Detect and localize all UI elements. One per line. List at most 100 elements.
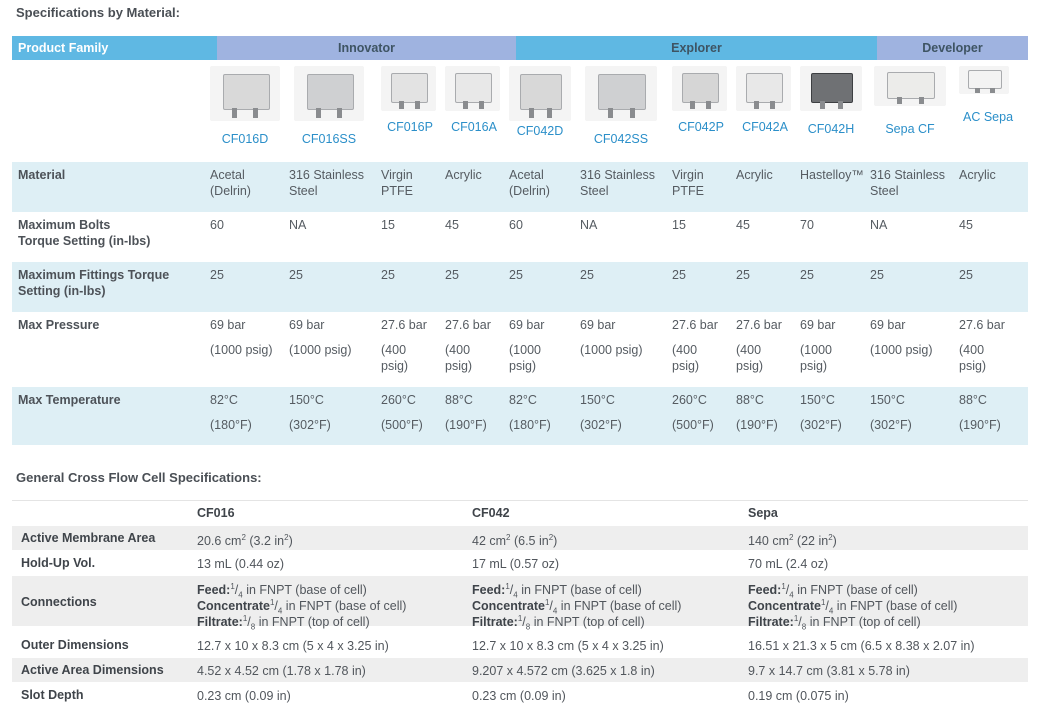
area-cf016-c: ) [288, 534, 293, 549]
bolts-cf042h: 70 [800, 218, 814, 232]
product-name-cf042h[interactable]: CF042H [800, 122, 862, 136]
pressure-cf016d-line2: (1000 psig) [210, 343, 273, 357]
product-name-cf016ss[interactable]: CF016SS [294, 132, 364, 146]
temp-cf016p-c: 260°C [381, 393, 416, 407]
pressure-cf042d-line2: (1000 [509, 343, 541, 357]
product-image-cf016ss [294, 66, 364, 121]
temp-cf042d-c: 82°C [509, 393, 537, 407]
slot-depth-row: Slot Depth 0.23 cm (0.09 in) 0.23 cm (0.… [12, 682, 1028, 708]
product-name-cf016d[interactable]: CF016D [210, 132, 280, 146]
pressure-cf016ss-line1: 69 bar [289, 318, 325, 332]
product-fitting-shape [706, 101, 711, 109]
connection-label: Filtrate: [472, 615, 518, 630]
bolts-row-label-line2: Torque Setting (in-lbs) [18, 234, 151, 248]
connection-label: Filtrate: [197, 615, 243, 630]
product-fitting-shape [820, 101, 825, 109]
pressure-cf042a-line1: 27.6 bar [736, 318, 782, 332]
material-cf016ss-line1: 316 Stainless [289, 168, 365, 182]
material-cf042p-line2: PTFE [672, 184, 704, 198]
product-name-cf042a[interactable]: CF042A [736, 120, 794, 134]
connection-text: in FNPT (top of cell) [530, 615, 645, 630]
pressure-cf016a-line3: psig) [445, 359, 473, 373]
pressure-cf016p-line1: 27.6 bar [381, 318, 427, 332]
material-cf016a-line1: Acrylic [445, 168, 482, 182]
product-image-cf042p [672, 66, 727, 111]
pressure-cf016p-line3: psig) [381, 359, 409, 373]
material-sepa-cf-line2: Steel [870, 184, 899, 198]
active-dim-cf042: 9.207 x 4.572 cm (3.625 x 1.8 in) [472, 664, 655, 678]
material-row-label: Material [18, 168, 66, 182]
product-body-shape [223, 74, 270, 110]
outer-cf042: 12.7 x 10 x 8.3 cm (5 x 4 x 3.25 in) [472, 639, 664, 653]
area-sepa-c: ) [832, 534, 837, 549]
product-name-cf016p[interactable]: CF016P [381, 120, 439, 134]
material-cf042ss-line2: Steel [580, 184, 609, 198]
material-cf016d-line1: Acetal [210, 168, 245, 182]
product-family-label: Product Family [12, 36, 217, 60]
material-sepa-cf-line1: 316 Stainless [870, 168, 946, 182]
area-cf016-a: 20.6 cm [197, 534, 242, 549]
fittings-row-label-line1: Maximum Fittings Torque [18, 268, 170, 282]
pressure-cf042a-line2: (400 [736, 343, 762, 357]
material-cf042a-line1: Acrylic [736, 168, 773, 182]
fittings-ac-sepa: 25 [959, 268, 973, 282]
product-fitting-shape [770, 101, 775, 109]
product-name-cf042ss[interactable]: CF042SS [585, 132, 657, 146]
product-fitting-shape [754, 101, 759, 109]
material-cf016ss-line2: Steel [289, 184, 318, 198]
product-name-ac-sepa[interactable]: AC Sepa [959, 110, 1017, 124]
active-dim-row-label: Active Area Dimensions [21, 663, 164, 677]
product-name-cf016a[interactable]: CF016A [445, 120, 503, 134]
product-name-cf042d[interactable]: CF042D [509, 124, 571, 138]
pressure-cf016p-line2: (400 [381, 343, 407, 357]
temp-cf016ss-c: 150°C [289, 393, 324, 407]
product-fitting-shape [919, 97, 924, 104]
product-family-header-row: Product Family Innovator Explorer Develo… [12, 36, 1028, 60]
pressure-ac-sepa-line1: 27.6 bar [959, 318, 1005, 332]
product-name-sepa-cf[interactable]: Sepa CF [874, 122, 946, 136]
temp-cf016d-c: 82°C [210, 393, 238, 407]
slot-cf016: 0.23 cm (0.09 in) [197, 689, 291, 703]
temp-cf042a-c: 88°C [736, 393, 764, 407]
temperature-row-label: Max Temperature [18, 393, 121, 407]
temp-ac-sepa-c: 88°C [959, 393, 987, 407]
temp-ac-sepa-f: (190°F) [959, 418, 1001, 432]
product-fitting-shape [529, 108, 534, 118]
bolts-cf042d: 60 [509, 218, 523, 232]
pressure-cf042h-line2: (1000 [800, 343, 832, 357]
pressure-cf016a-line1: 27.6 bar [445, 318, 491, 332]
active-area-dimensions-row: Active Area Dimensions 4.52 x 4.52 cm (1… [12, 657, 1028, 683]
general-specs-heading: General Cross Flow Cell Specifications: [16, 470, 262, 485]
bolts-row-label-line1: Maximum Bolts [18, 218, 111, 232]
active-membrane-area-row: Active Membrane Area 20.6 cm2 (3.2 in2) … [12, 525, 1028, 551]
area-cf042-b: (6.5 in [510, 534, 549, 549]
connection-label: Filtrate: [748, 615, 794, 630]
product-body-shape [598, 74, 646, 110]
product-image-cf016d [210, 66, 280, 121]
family-explorer: Explorer [516, 36, 877, 60]
active-dim-sepa: 9.7 x 14.7 cm (3.81 x 5.78 in) [748, 664, 910, 678]
product-name-cf042p[interactable]: CF042P [672, 120, 730, 134]
product-fitting-shape [479, 101, 484, 109]
outer-row-label: Outer Dimensions [21, 638, 129, 652]
pressure-cf042h-line1: 69 bar [800, 318, 836, 332]
col-sepa: Sepa [748, 506, 778, 520]
area-cf042-c: ) [553, 534, 558, 549]
pressure-cf042p-line2: (400 [672, 343, 698, 357]
product-body-shape [968, 70, 1002, 89]
bolts-row-label: Maximum Bolts Torque Setting (in-lbs) [18, 217, 150, 249]
product-image-ac-sepa [959, 66, 1009, 94]
temp-cf042h-c: 150°C [800, 393, 835, 407]
product-fitting-shape [253, 108, 258, 118]
pressure-ac-sepa-line2: (400 [959, 343, 985, 357]
product-image-cf016p [381, 66, 436, 111]
product-body-shape [307, 74, 354, 110]
area-cf016: 20.6 cm2 (3.2 in2) [197, 530, 293, 549]
holdup-cf042: 17 mL (0.57 oz) [472, 557, 560, 571]
product-image-cf042ss [585, 66, 657, 121]
outer-dimensions-row: Outer Dimensions 12.7 x 10 x 8.3 cm (5 x… [12, 632, 1028, 658]
active-dim-cf016: 4.52 x 4.52 cm (1.78 x 1.78 in) [197, 664, 366, 678]
product-fitting-shape [630, 108, 635, 118]
bolts-cf016p: 15 [381, 218, 395, 232]
fittings-sepa-cf: 25 [870, 268, 884, 282]
